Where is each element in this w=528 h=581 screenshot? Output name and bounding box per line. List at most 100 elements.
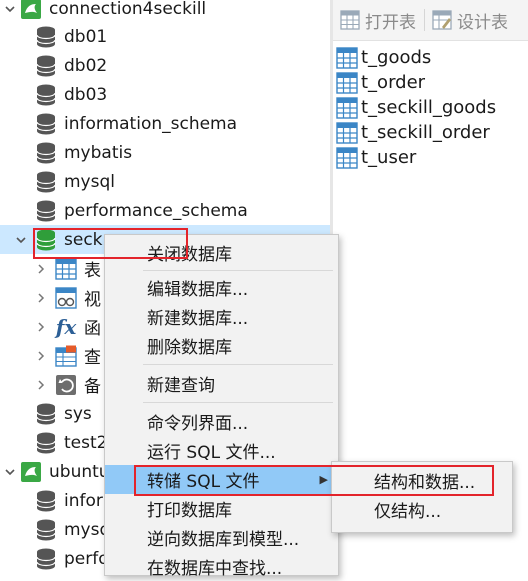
menu-item-label: 逆向数据库到模型... — [147, 530, 300, 550]
menu-item-label: 仅结构... — [374, 502, 442, 522]
menu-item-label: 新建数据库... — [147, 309, 249, 329]
tree-item-performance-schema[interactable]: performance_schema — [0, 196, 330, 225]
tree-item-mybatis[interactable]: mybatis — [0, 138, 330, 167]
chevron-right-icon[interactable] — [34, 288, 48, 308]
menu-item-new-database[interactable]: 新建数据库... — [105, 302, 338, 331]
table-icon — [335, 71, 359, 95]
database-icon — [34, 54, 58, 78]
menu-item-label: 编辑数据库... — [147, 280, 249, 300]
tree-item-label: 查 — [84, 348, 101, 368]
tree-item-label: information_schema — [64, 113, 238, 134]
menu-item-label: 打印数据库 — [147, 501, 232, 521]
menu-item-label: 运行 SQL 文件... — [147, 443, 276, 463]
menu-item-label: 在数据库中查找... — [147, 559, 283, 579]
database-icon — [34, 112, 58, 136]
tree-item-label: mysql — [64, 171, 115, 192]
design-table-icon — [431, 9, 453, 31]
view-icon — [54, 286, 78, 310]
menu-item-label: 命令列界面... — [147, 414, 249, 434]
database-icon — [34, 25, 58, 49]
chevron-right-icon[interactable] — [34, 259, 48, 279]
toolbar-divider — [424, 9, 425, 31]
mysql-connection-icon — [19, 460, 43, 484]
database-icon — [34, 431, 58, 455]
annotation-box-database — [33, 228, 188, 259]
tree-item-connection4seckill[interactable]: connection4seckill — [0, 0, 330, 23]
table-name: t_goods — [361, 47, 432, 68]
chevron-down-icon[interactable] — [3, 462, 17, 482]
database-context-menu: 关闭数据库 编辑数据库... 新建数据库... 删除数据库 新建查询 命令列界面… — [104, 234, 339, 579]
tree-item-db02[interactable]: db02 — [0, 51, 330, 80]
open-table-button[interactable]: 打开表 — [339, 8, 416, 33]
tree-item-label: db03 — [64, 84, 108, 105]
database-icon — [34, 402, 58, 426]
object-toolbar: 打开表 设计表 — [333, 0, 528, 41]
table-icon — [54, 257, 78, 281]
tree-item-label: 函 — [84, 319, 101, 339]
tree-item-label: mybatis — [64, 142, 133, 163]
tree-item-label: 备 — [84, 377, 101, 397]
chevron-right-icon[interactable] — [34, 317, 48, 337]
open-table-icon — [339, 9, 361, 31]
table-icon — [335, 146, 359, 170]
table-item-t-seckill-goods[interactable]: t_seckill_goods — [335, 95, 496, 120]
table-item-t-user[interactable]: t_user — [335, 145, 416, 170]
table-name: t_seckill_order — [361, 122, 490, 143]
database-icon — [34, 199, 58, 223]
chevron-right-icon[interactable] — [34, 375, 48, 395]
menu-item-structure-only[interactable]: 仅结构... — [332, 495, 512, 524]
tree-item-information-schema[interactable]: information_schema — [0, 109, 330, 138]
tree-item-label: sys — [64, 403, 92, 424]
mysql-connection-icon — [19, 0, 43, 21]
table-item-t-order[interactable]: t_order — [335, 70, 425, 95]
tree-item-label: connection4seckill — [49, 0, 207, 19]
menu-item-find-in-database[interactable]: 在数据库中查找... — [105, 552, 338, 581]
menu-separator — [143, 364, 333, 365]
tree-item-label: db01 — [64, 26, 108, 47]
tree-item-label: perfo — [64, 548, 109, 569]
table-name: t_user — [361, 147, 417, 168]
tree-item-db03[interactable]: db03 — [0, 80, 330, 109]
tree-item-label: infor — [64, 490, 103, 511]
tree-item-label: test2 — [64, 432, 108, 453]
menu-item-command-line[interactable]: 命令列界面... — [105, 407, 338, 436]
menu-item-label: 新建查询 — [147, 376, 215, 396]
table-item-t-goods[interactable]: t_goods — [335, 45, 431, 70]
menu-separator — [143, 270, 333, 271]
database-icon — [34, 489, 58, 513]
table-icon — [335, 46, 359, 70]
database-icon — [34, 83, 58, 107]
menu-separator — [143, 402, 333, 403]
menu-item-reverse-to-model[interactable]: 逆向数据库到模型... — [105, 523, 338, 552]
open-table-label: 打开表 — [365, 12, 416, 33]
annotation-box-dump-sql — [134, 465, 494, 496]
menu-item-run-sql-file[interactable]: 运行 SQL 文件... — [105, 436, 338, 465]
table-icon — [335, 96, 359, 120]
table-name: t_seckill_goods — [361, 97, 497, 118]
menu-item-print-database[interactable]: 打印数据库 — [105, 494, 338, 523]
database-icon — [34, 141, 58, 165]
menu-item-label: 删除数据库 — [147, 338, 232, 358]
tree-item-label: ubuntu — [49, 461, 110, 482]
chevron-down-icon[interactable] — [3, 0, 17, 19]
database-icon — [34, 170, 58, 194]
tree-item-mysql[interactable]: mysql — [0, 167, 330, 196]
menu-item-new-query[interactable]: 新建查询 — [105, 369, 338, 398]
tree-item-label: 表 — [84, 261, 101, 281]
design-table-button[interactable]: 设计表 — [431, 8, 508, 33]
menu-item-edit-database[interactable]: 编辑数据库... — [105, 273, 338, 302]
table-icon — [335, 121, 359, 145]
query-icon — [54, 344, 78, 368]
database-icon — [34, 547, 58, 571]
function-icon: fx — [55, 314, 77, 339]
table-name: t_order — [361, 72, 426, 93]
tree-item-label: db02 — [64, 55, 108, 76]
tree-item-label: 视 — [84, 290, 101, 310]
table-item-t-seckill-order[interactable]: t_seckill_order — [335, 120, 490, 145]
chevron-right-icon[interactable] — [34, 346, 48, 366]
tree-item-db01[interactable]: db01 — [0, 22, 330, 51]
chevron-down-icon[interactable] — [14, 230, 28, 250]
design-table-label: 设计表 — [457, 12, 508, 33]
menu-item-delete-database[interactable]: 删除数据库 — [105, 331, 338, 360]
backup-icon — [54, 373, 78, 397]
